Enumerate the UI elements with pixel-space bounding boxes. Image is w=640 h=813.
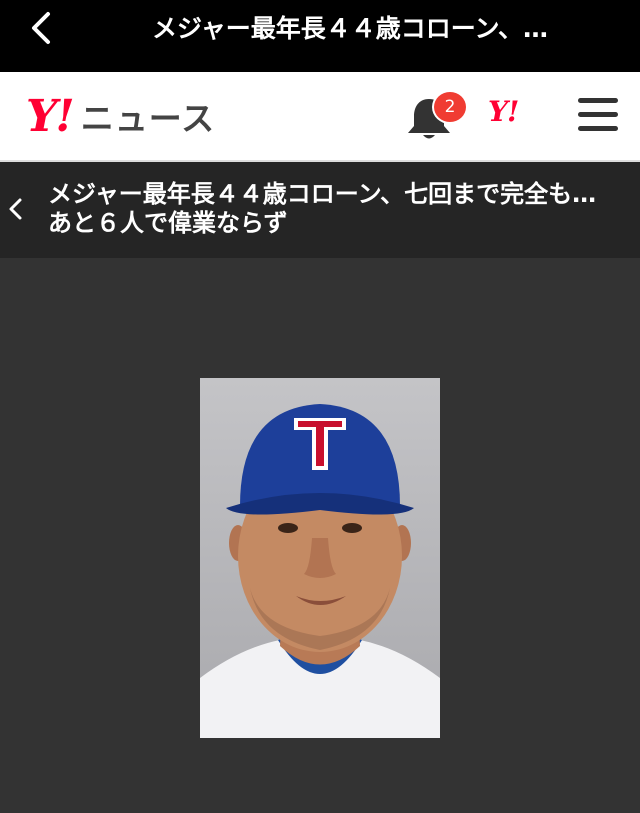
yahoo-logo-mark: Y! bbox=[26, 90, 75, 142]
page-title: メジャー最年長４４歳コローン、… bbox=[152, 14, 549, 43]
hamburger-menu-icon[interactable] bbox=[578, 98, 618, 134]
player-photo[interactable] bbox=[200, 378, 440, 738]
site-header: Y! ニュース bbox=[0, 72, 640, 162]
chevron-left-icon[interactable] bbox=[4, 194, 28, 224]
news-logo-text: ニュース bbox=[80, 99, 216, 138]
yahoo-news-logo[interactable]: Y! ニュース bbox=[26, 90, 216, 142]
article-header: メジャー最年長４４歳コローン、七回まで完全も… あと６人で偉業ならず bbox=[0, 162, 640, 258]
browser-top-bar: メジャー最年長４４歳コローン、… bbox=[0, 0, 640, 72]
back-arrow-icon[interactable] bbox=[26, 10, 62, 46]
article-headline: メジャー最年長４４歳コローン、七回まで完全も… あと６人で偉業ならず bbox=[48, 180, 621, 237]
yahoo-top-link[interactable]: Y! bbox=[488, 95, 519, 128]
notification-count-badge: 2 bbox=[432, 90, 468, 124]
